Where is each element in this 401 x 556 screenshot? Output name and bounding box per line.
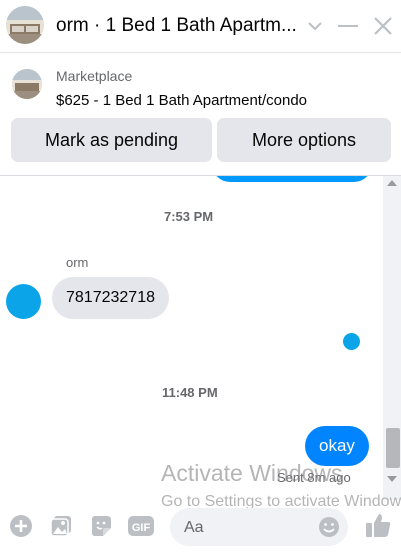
- photo-icon[interactable]: [47, 512, 75, 540]
- chevron-down-icon[interactable]: [303, 14, 327, 38]
- listing-description[interactable]: $625 - 1 Bed 1 Bath Apartment/condo: [56, 92, 307, 109]
- plus-circle-icon[interactable]: [7, 512, 35, 540]
- thumbs-up-icon[interactable]: [364, 511, 392, 539]
- listing-thumbnail[interactable]: [12, 69, 42, 99]
- avatar[interactable]: [6, 284, 41, 319]
- scroll-up-arrow-icon[interactable]: [387, 180, 397, 186]
- timestamp: 7:53 PM: [164, 209, 214, 224]
- activate-windows-watermark: Activate Windows: [161, 460, 343, 486]
- emoji-icon[interactable]: [318, 516, 340, 538]
- more-options-button[interactable]: More options: [217, 118, 391, 162]
- sticker-icon[interactable]: [87, 512, 115, 540]
- marketplace-label: Marketplace: [56, 68, 133, 84]
- scrollbar-thumb[interactable]: [386, 428, 400, 468]
- sender-name: orm: [66, 255, 89, 270]
- conversation-title[interactable]: orm · 1 Bed 1 Bath Apartm...: [56, 15, 306, 37]
- outgoing-message-bubble: [212, 176, 372, 182]
- svg-text:GIF: GIF: [132, 522, 151, 534]
- scroll-down-arrow-icon[interactable]: [387, 476, 397, 482]
- seen-indicator: [343, 333, 360, 350]
- message-input[interactable]: [182, 508, 316, 548]
- close-icon[interactable]: [371, 14, 395, 38]
- apartment-photo-icon[interactable]: [6, 6, 44, 44]
- message-list[interactable]: 7:53 PM orm 7817232718 11:48 PM okay Sen…: [0, 176, 383, 500]
- incoming-message-bubble: 7817232718: [52, 277, 169, 319]
- message-composer[interactable]: [170, 508, 348, 548]
- minimize-icon[interactable]: [336, 14, 360, 38]
- mark-as-pending-button[interactable]: Mark as pending: [11, 118, 212, 162]
- gif-icon[interactable]: GIF: [127, 512, 155, 540]
- timestamp: 11:48 PM: [162, 385, 218, 400]
